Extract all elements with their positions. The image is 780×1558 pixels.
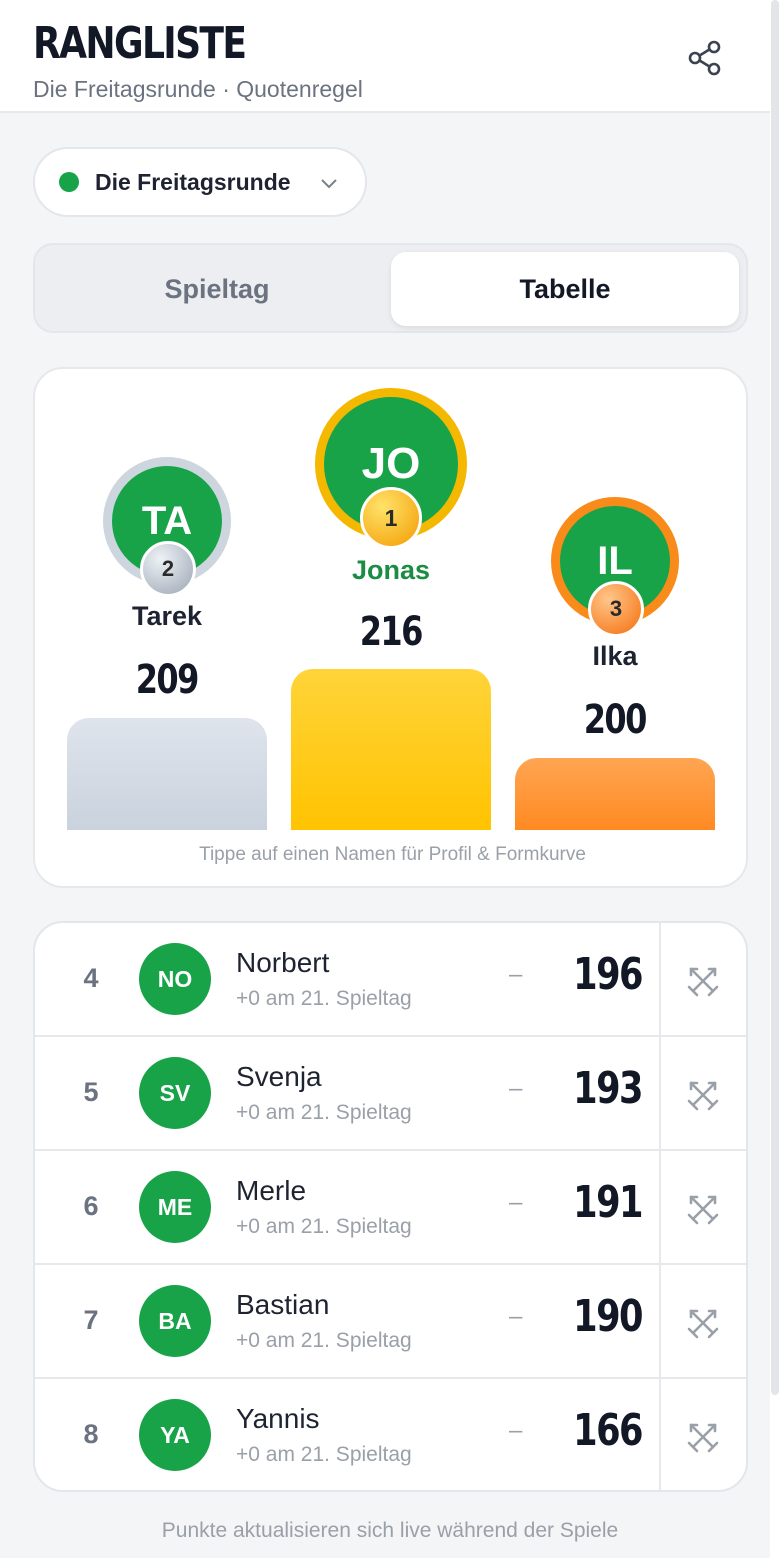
podium-bar-first [291, 669, 491, 830]
row-name: Bastian [236, 1289, 330, 1320]
row-name: Yannis [236, 1403, 320, 1434]
row-points: 166 [573, 1405, 643, 1456]
row-name: Norbert [236, 947, 330, 978]
row-trend: – [509, 1075, 523, 1102]
row-rank: 5 [83, 1077, 99, 1107]
row-subtext: +0 am 21. Spieltag [236, 1215, 412, 1238]
chevron-down-icon [321, 179, 337, 189]
podium-points-first: 216 [360, 609, 424, 655]
league-select[interactable]: Die Freitagsrunde [33, 147, 367, 217]
podium-hint: Tippe auf einen Namen für Profil & Formk… [199, 844, 586, 865]
scrollbar-track[interactable] [770, 0, 780, 1558]
tab-spieltag[interactable]: Spieltag [43, 252, 391, 326]
podium-name-first[interactable]: Jonas [291, 555, 491, 586]
row-divider [659, 923, 661, 1037]
table-row[interactable]: 7 BA Bastian +0 am 21. Spieltag – 190 [35, 1265, 746, 1379]
standings-list: 4 NO Norbert +0 am 21. Spieltag – 196 5 … [33, 921, 748, 1492]
table-row[interactable]: 6 ME Merle +0 am 21. Spieltag – 191 [35, 1151, 746, 1265]
rank-badge-first: 1 [360, 487, 422, 549]
swords-icon[interactable] [683, 961, 723, 1001]
row-rank: 8 [83, 1419, 99, 1449]
swords-icon[interactable] [683, 1189, 723, 1229]
rank-badge-second: 2 [140, 541, 196, 597]
page-title: RANGLISTE [33, 18, 247, 69]
league-status-dot [59, 172, 79, 192]
app-header: RANGLISTE Die Freitagsrunde · Quotenrege… [0, 0, 770, 113]
avatar: SV [139, 1057, 211, 1129]
row-divider [659, 1265, 661, 1379]
row-trend: – [509, 1189, 523, 1216]
row-points: 196 [573, 949, 643, 1000]
podium-points-second: 209 [136, 657, 200, 703]
table-row[interactable]: 5 SV Svenja +0 am 21. Spieltag – 193 [35, 1037, 746, 1151]
row-subtext: +0 am 21. Spieltag [236, 1329, 412, 1352]
row-name: Merle [236, 1175, 307, 1206]
row-name: Svenja [236, 1061, 322, 1092]
share-button[interactable] [682, 35, 728, 81]
podium-initials-first: JO [361, 439, 421, 488]
podium-bar-second [67, 718, 267, 830]
row-trend: – [509, 1417, 523, 1444]
swords-icon[interactable] [683, 1303, 723, 1343]
tab-tabelle[interactable]: Tabelle [391, 252, 739, 326]
page-subtitle: Die Freitagsrunde · Quotenregel [33, 76, 363, 102]
avatar: NO [139, 943, 211, 1015]
row-points: 190 [573, 1291, 643, 1342]
podium-initials-second: TA [141, 498, 193, 543]
podium-initials-third: IL [597, 538, 633, 583]
footer-note: Punkte aktualisieren sich live während d… [161, 1519, 619, 1542]
swords-icon[interactable] [683, 1075, 723, 1115]
row-trend: – [509, 1303, 523, 1330]
avatar: YA [139, 1399, 211, 1471]
row-subtext: +0 am 21. Spieltag [236, 1443, 412, 1466]
league-select-value: Die Freitagsrunde [95, 168, 291, 195]
share-icon [688, 40, 721, 76]
avatar: ME [139, 1171, 211, 1243]
avatar: BA [139, 1285, 211, 1357]
row-points: 193 [573, 1063, 643, 1114]
swords-icon[interactable] [683, 1417, 723, 1457]
podium-name-third[interactable]: Ilka [515, 641, 715, 672]
row-divider [659, 1037, 661, 1151]
row-subtext: +0 am 21. Spieltag [236, 1101, 412, 1124]
row-rank: 6 [83, 1191, 99, 1221]
row-divider [659, 1151, 661, 1265]
row-subtext: +0 am 21. Spieltag [236, 987, 412, 1010]
table-row[interactable]: 8 YA Yannis +0 am 21. Spieltag – 166 [35, 1379, 746, 1490]
scrollbar-thumb[interactable] [771, 0, 779, 1395]
table-row[interactable]: 4 NO Norbert +0 am 21. Spieltag – 196 [35, 923, 746, 1037]
row-rank: 7 [83, 1305, 99, 1335]
podium-card: TA 2 Tarek 209 JO 1 Jonas 216 IL 3 Ilka … [33, 367, 748, 888]
rank-badge-third: 3 [588, 581, 644, 637]
view-tabs: Spieltag Tabelle [33, 243, 748, 333]
row-divider [659, 1379, 661, 1490]
row-trend: – [509, 961, 523, 988]
row-points: 191 [573, 1177, 643, 1228]
podium-bar-third [515, 758, 715, 830]
podium-points-third: 200 [584, 697, 648, 743]
row-rank: 4 [83, 963, 99, 993]
podium-name-second[interactable]: Tarek [67, 601, 267, 632]
